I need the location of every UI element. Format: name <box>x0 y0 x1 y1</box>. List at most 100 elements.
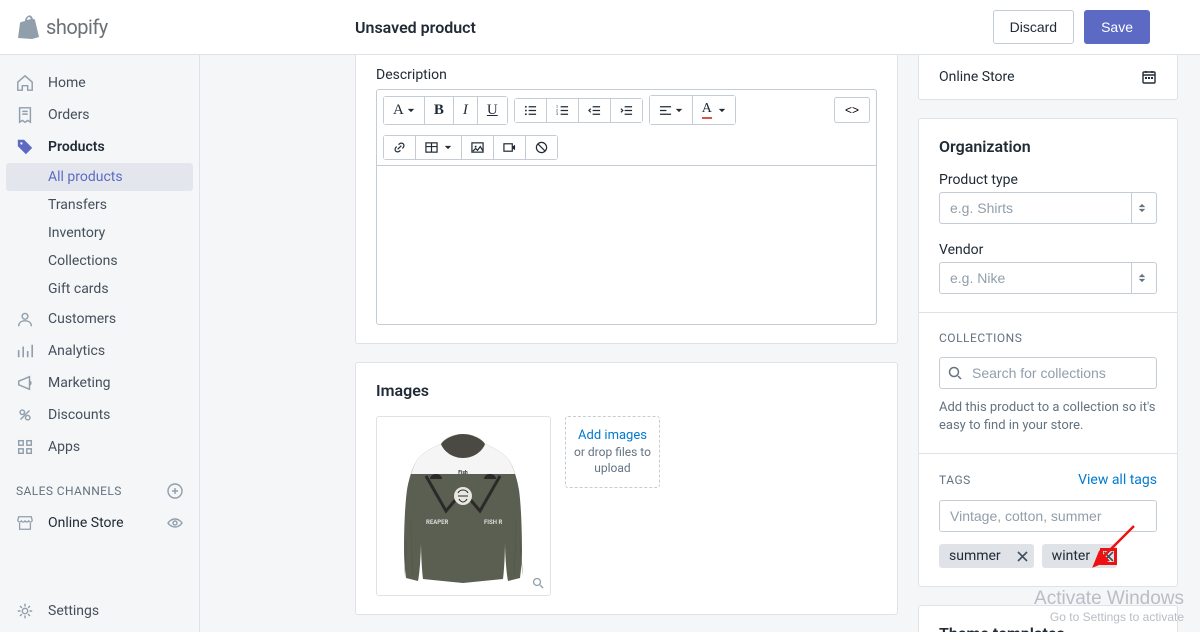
calendar-icon[interactable] <box>1141 69 1157 85</box>
theme-templates-card: Theme templates <box>918 605 1178 632</box>
rte-paragraph-menu[interactable]: A <box>384 97 425 124</box>
shopify-bag-icon <box>18 15 40 39</box>
rte-toolbar-row2 <box>376 130 877 165</box>
rte-html-button[interactable]: <> <box>834 97 870 123</box>
svg-text:FISH R: FISH R <box>484 519 502 526</box>
tag-remove-button[interactable] <box>1011 547 1034 566</box>
description-textarea[interactable] <box>376 165 877 325</box>
eye-icon[interactable] <box>167 515 183 531</box>
search-icon <box>948 366 962 380</box>
add-channel-icon[interactable] <box>167 483 183 499</box>
rte-image-button[interactable] <box>462 136 494 159</box>
vendor-input[interactable] <box>939 262 1157 294</box>
description-card: Description A B I U 123 <box>355 55 898 344</box>
rte-outdent-button[interactable] <box>579 99 611 122</box>
svg-text:3: 3 <box>556 112 558 116</box>
sidebar-item-settings[interactable]: Settings <box>0 590 199 632</box>
description-label: Description <box>376 67 877 83</box>
add-images-dropzone[interactable]: Add images or drop files to upload <box>565 416 660 488</box>
topbar: shopify Unsaved product Discard Save <box>0 0 1200 55</box>
tag-chip: summer <box>939 544 1034 568</box>
tag-chip: winter <box>1042 544 1117 568</box>
sidebar-item-customers[interactable]: Customers <box>0 303 199 335</box>
sidebar-item-label: Discounts <box>48 407 110 423</box>
sidebar-item-label: Analytics <box>48 343 105 359</box>
rte-toolbar: A B I U 123 A <box>376 89 877 130</box>
sidebar-sub-all-products[interactable]: All products <box>6 163 193 191</box>
rte-italic-button[interactable]: I <box>454 97 478 124</box>
view-all-tags-link[interactable]: View all tags <box>1078 472 1157 488</box>
save-button[interactable]: Save <box>1084 10 1150 44</box>
analytics-icon <box>16 342 34 360</box>
svg-text:REAPER: REAPER <box>426 519 448 526</box>
sidebar-item-label: Home <box>48 75 86 91</box>
sidebar-item-analytics[interactable]: Analytics <box>0 335 199 367</box>
rte-video-button[interactable] <box>494 136 526 159</box>
rte-bullet-list-button[interactable] <box>515 99 547 122</box>
add-images-subtext: or drop files to upload <box>574 445 651 476</box>
sidebar-item-apps[interactable]: Apps <box>0 431 199 463</box>
sidebar-sub-collections[interactable]: Collections <box>0 247 199 275</box>
collections-help-text: Add this product to a collection so it's… <box>939 399 1157 435</box>
logo[interactable]: shopify <box>0 15 200 39</box>
sidebar-item-label: Customers <box>48 311 116 327</box>
rte-clear-button[interactable] <box>526 136 557 159</box>
tags-input[interactable] <box>939 500 1157 532</box>
tag-remove-button[interactable] <box>1100 548 1117 565</box>
sidebar-item-orders[interactable]: Orders <box>0 99 199 131</box>
sidebar-item-marketing[interactable]: Marketing <box>0 367 199 399</box>
product-image-thumb[interactable]: Fish REAPER FISH R <box>376 416 551 596</box>
gear-icon <box>16 602 34 620</box>
sidebar-item-label: Orders <box>48 107 90 123</box>
sidebar: Home Orders Products All products Transf… <box>0 55 200 632</box>
product-type-label: Product type <box>939 172 1157 188</box>
tag-label: winter <box>1042 544 1100 568</box>
rte-indent-button[interactable] <box>611 99 642 122</box>
online-store-icon <box>16 514 34 532</box>
online-store-card: Online Store <box>918 55 1178 100</box>
rte-underline-button[interactable]: U <box>478 97 507 124</box>
vendor-label: Vendor <box>939 242 1157 258</box>
product-type-input[interactable] <box>939 192 1157 224</box>
collections-header: COLLECTIONS <box>939 331 1157 345</box>
tags-header: TAGS <box>939 473 971 487</box>
rte-link-button[interactable] <box>384 136 416 159</box>
sidebar-sub-gift-cards[interactable]: Gift cards <box>0 275 199 303</box>
main-content: Description A B I U 123 <box>200 55 1200 632</box>
topbar-actions: Discard Save <box>993 10 1200 44</box>
rte-align-menu[interactable] <box>650 96 693 124</box>
organization-card: Organization Product type Vendor <box>918 118 1178 587</box>
sidebar-item-home[interactable]: Home <box>0 67 199 99</box>
organization-title: Organization <box>939 137 1157 156</box>
rte-number-list-button[interactable]: 123 <box>547 99 579 122</box>
channels-header-label: SALES CHANNELS <box>16 484 122 498</box>
online-store-label: Online Store <box>939 69 1015 85</box>
images-card: Images Fish <box>355 362 898 615</box>
logo-text: shopify <box>46 15 108 39</box>
rte-table-menu[interactable] <box>416 136 462 159</box>
products-icon <box>16 138 34 156</box>
collections-search-input[interactable] <box>939 357 1157 389</box>
hoodie-image: Fish REAPER FISH R <box>386 426 541 586</box>
theme-templates-title: Theme templates <box>939 624 1157 632</box>
sidebar-item-label: Apps <box>48 439 80 455</box>
discard-button[interactable]: Discard <box>993 10 1074 44</box>
add-images-link[interactable]: Add images <box>578 428 647 443</box>
sidebar-item-label: Products <box>48 139 105 155</box>
rte-bold-button[interactable]: B <box>425 97 454 124</box>
customers-icon <box>16 310 34 328</box>
images-title: Images <box>376 381 877 400</box>
discounts-icon <box>16 406 34 424</box>
sidebar-item-discounts[interactable]: Discounts <box>0 399 199 431</box>
zoom-icon <box>532 577 544 589</box>
sidebar-sub-transfers[interactable]: Transfers <box>0 191 199 219</box>
rte-color-menu[interactable]: A <box>693 96 735 124</box>
sidebar-channel-online-store[interactable]: Online Store <box>0 507 199 539</box>
sidebar-item-label: Marketing <box>48 375 111 391</box>
sidebar-section-channels: SALES CHANNELS <box>0 463 199 507</box>
sidebar-item-products[interactable]: Products <box>0 131 199 163</box>
home-icon <box>16 74 34 92</box>
orders-icon <box>16 106 34 124</box>
sidebar-item-label: Online Store <box>48 515 124 531</box>
sidebar-sub-inventory[interactable]: Inventory <box>0 219 199 247</box>
